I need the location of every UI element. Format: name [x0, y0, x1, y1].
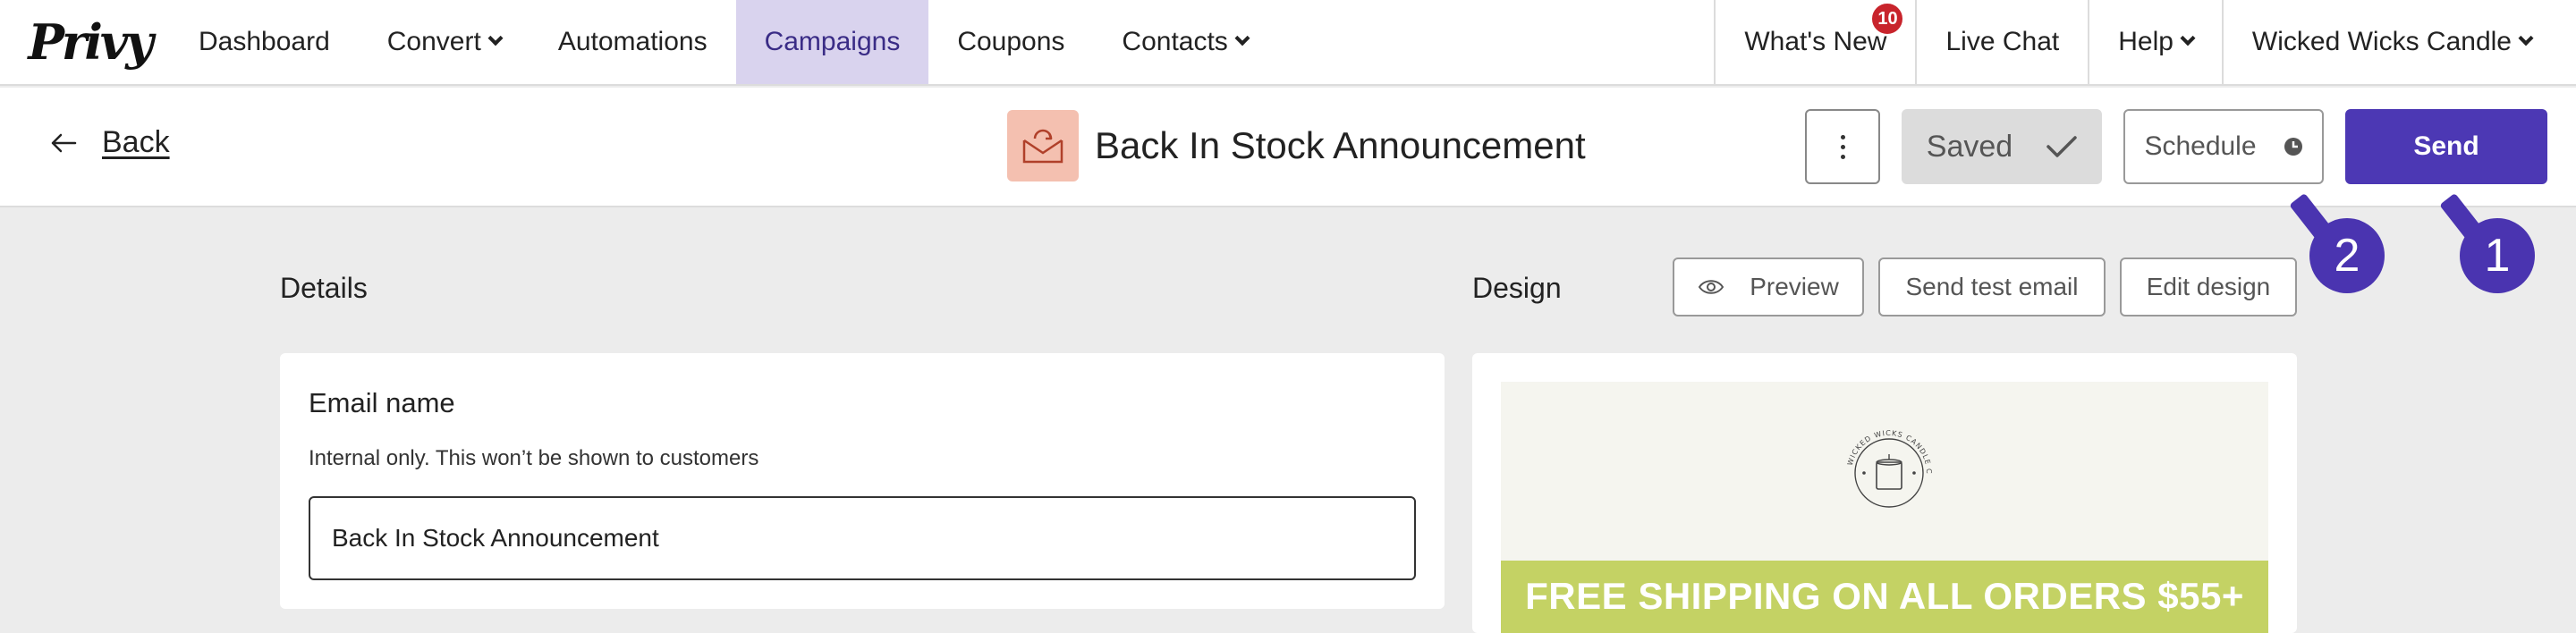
saved-button[interactable]: Saved [1902, 109, 2102, 184]
email-name-input[interactable] [309, 496, 1416, 580]
send-test-email-button[interactable]: Send test email [1878, 257, 2106, 316]
nav-coupons[interactable]: Coupons [928, 0, 1093, 84]
chevron-down-icon [2180, 30, 2196, 46]
campaign-title: Back In Stock Announcement [1095, 124, 1586, 166]
more-dot [1840, 144, 1845, 149]
arrow-left-icon [51, 133, 77, 152]
shipping-banner-text: FREE SHIPPING ON ALL ORDERS $55+ [1525, 575, 2244, 617]
svg-text:WICKED WICKS CANDLE CO: WICKED WICKS CANDLE CO [1835, 418, 1933, 475]
nav-contacts-label: Contacts [1122, 27, 1228, 56]
nav-convert-label: Convert [386, 27, 481, 56]
eye-icon [1699, 280, 1724, 294]
chevron-down-icon [2518, 30, 2534, 46]
email-name-help: Internal only. This won’t be shown to cu… [309, 446, 759, 470]
nav-live-chat[interactable]: Live Chat [1915, 0, 2088, 84]
send-test-label: Send test email [1905, 273, 2079, 300]
callout-number: 2 [2334, 230, 2360, 282]
logo-arc-text: WICKED WICKS CANDLE CO [1835, 418, 1932, 475]
send-button[interactable]: Send [2345, 109, 2547, 184]
nav-right-group: What's New 10 Live Chat Help Wicked Wick… [1714, 0, 2576, 84]
checkmark-icon [2046, 136, 2077, 157]
edit-design-button[interactable]: Edit design [2120, 257, 2297, 316]
email-preview[interactable]: WICKED WICKS CANDLE CO FREE SHIPPING ON … [1501, 382, 2268, 633]
whats-new-label: What's New [1744, 27, 1887, 56]
help-label: Help [2118, 27, 2174, 56]
nav-automations[interactable]: Automations [530, 0, 736, 84]
notification-badge: 10 [1870, 2, 1905, 36]
live-chat-label: Live Chat [1945, 27, 2060, 56]
preview-label: Preview [1750, 273, 1839, 300]
schedule-button[interactable]: Schedule [2123, 109, 2324, 184]
preview-button[interactable]: Preview [1673, 257, 1864, 316]
nav-whats-new[interactable]: What's New 10 [1714, 0, 1915, 84]
candle-logo-icon: WICKED WICKS CANDLE CO [1835, 418, 1933, 508]
more-vertical-icon [1840, 134, 1845, 139]
chevron-down-icon [487, 30, 504, 46]
saved-label: Saved [1926, 129, 2013, 164]
design-preview-card: WICKED WICKS CANDLE CO FREE SHIPPING ON … [1472, 353, 2297, 633]
nav-account-menu[interactable]: Wicked Wicks Candle [2221, 0, 2576, 84]
privy-logo[interactable]: Privy [0, 0, 170, 84]
nav-convert[interactable]: Convert [359, 0, 530, 84]
back-link[interactable]: Back [50, 125, 170, 160]
back-label: Back [102, 125, 170, 159]
clock-icon [2284, 138, 2302, 156]
more-options-button[interactable] [1805, 109, 1880, 184]
more-dot [1840, 154, 1845, 159]
nav-dashboard[interactable]: Dashboard [170, 0, 359, 84]
callout-number: 1 [2484, 230, 2511, 282]
email-name-label: Email name [309, 387, 455, 418]
send-label: Send [2413, 131, 2479, 161]
nav-campaigns[interactable]: Campaigns [735, 0, 929, 84]
details-heading: Details [280, 272, 368, 304]
shipping-banner: FREE SHIPPING ON ALL ORDERS $55+ [1501, 561, 2268, 633]
email-campaign-icon [1007, 110, 1079, 181]
schedule-label: Schedule [2144, 131, 2257, 161]
nav-coupons-label: Coupons [957, 27, 1065, 56]
logo-text: Privy [28, 13, 153, 71]
edit-design-label: Edit design [2146, 273, 2271, 300]
nav-automations-label: Automations [557, 27, 708, 56]
callout-marker: 2 [2309, 218, 2385, 293]
callout-marker: 1 [2460, 218, 2535, 293]
nav-dashboard-label: Dashboard [199, 27, 330, 56]
chevron-down-icon [1234, 30, 1250, 46]
top-navigation: Privy Dashboard Convert Automations Camp… [0, 0, 2576, 86]
design-heading: Design [1472, 272, 1562, 304]
email-name-card: Email name Internal only. This won’t be … [280, 353, 1445, 609]
campaign-header: Back In Stock Announcement [1007, 110, 1586, 181]
nav-help[interactable]: Help [2088, 0, 2222, 84]
nav-campaigns-label: Campaigns [764, 27, 901, 56]
account-name: Wicked Wicks Candle [2251, 27, 2512, 56]
campaign-editor-bar: Back Back In Stock Announcement Saved Sc… [0, 88, 2576, 207]
nav-contacts[interactable]: Contacts [1093, 0, 1275, 84]
